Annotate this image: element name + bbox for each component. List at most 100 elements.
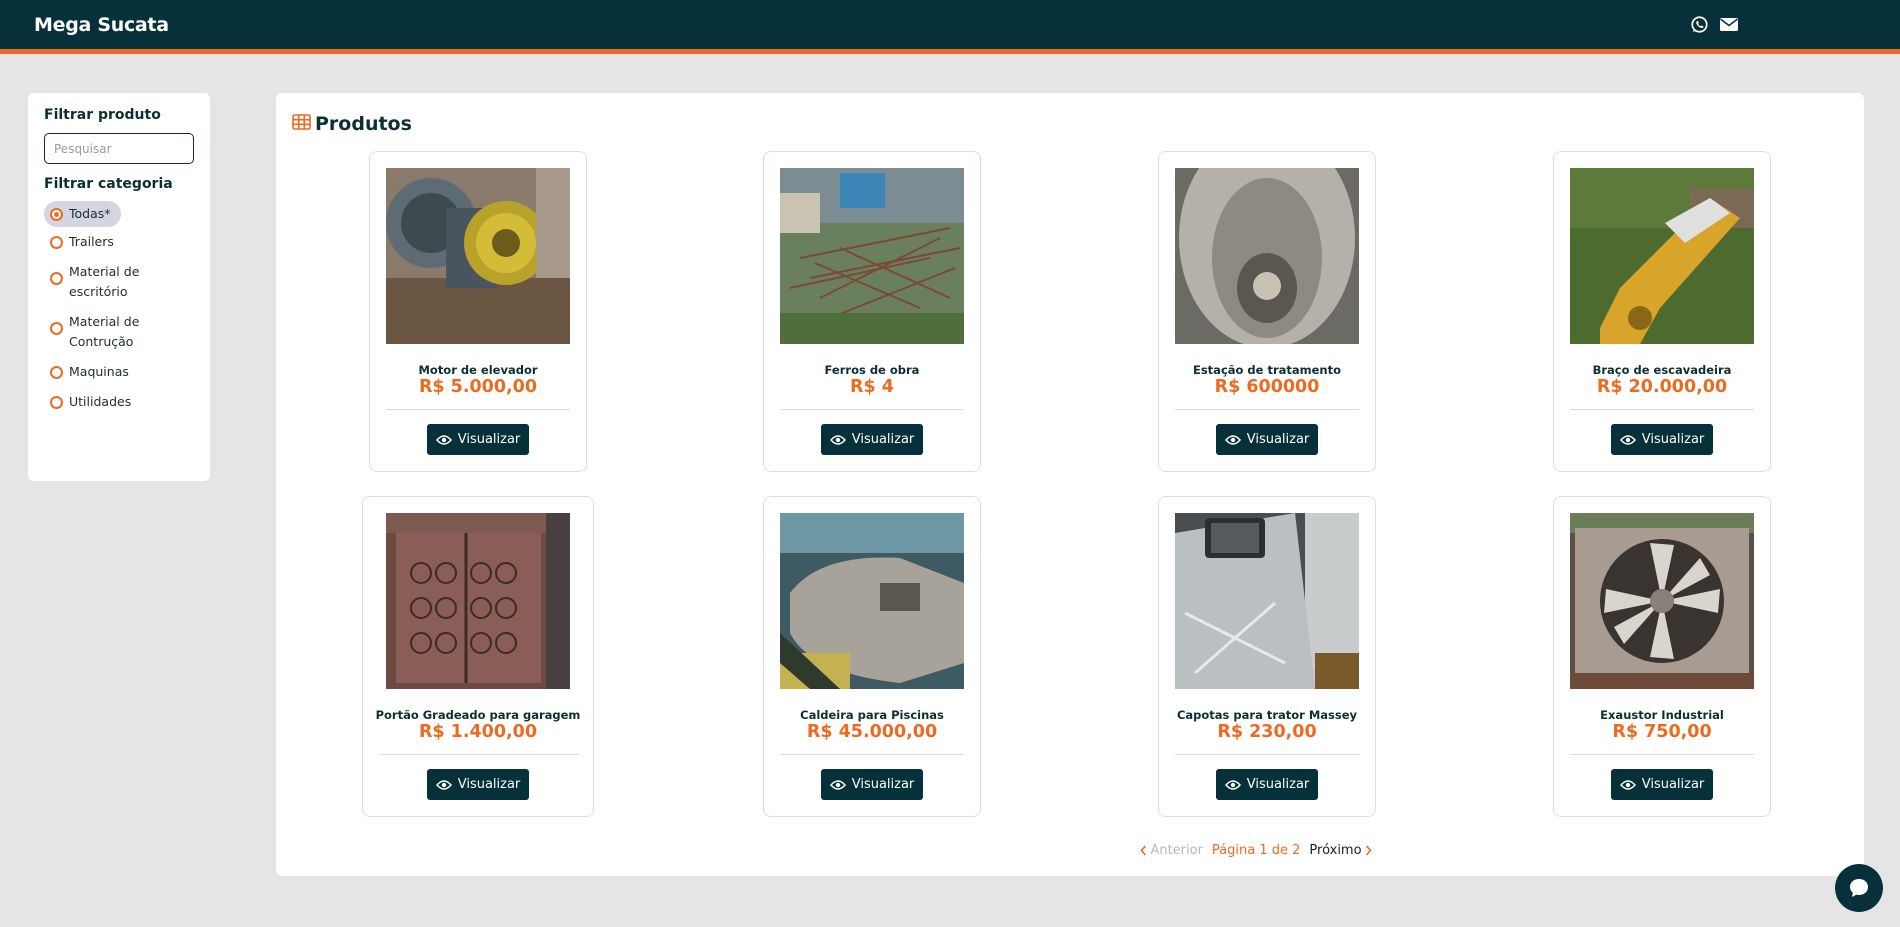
product-price: R$ 20.000,00	[1596, 377, 1728, 397]
view-product-button[interactable]: Visualizar	[1611, 424, 1713, 455]
page-indicator: Página 1 de 2	[1211, 843, 1301, 858]
previous-page-label: Anterior	[1150, 843, 1203, 858]
view-button-label: Visualizar	[1246, 432, 1310, 447]
product-image[interactable]	[1570, 513, 1754, 689]
product-name: Caldeira para Piscinas	[800, 708, 944, 722]
view-product-button[interactable]: Visualizar	[427, 769, 529, 800]
eye-icon	[1619, 779, 1636, 790]
category-option-material-construcao[interactable]: Material de Contrução	[44, 307, 194, 357]
product-image[interactable]	[780, 168, 964, 344]
product-image[interactable]	[1175, 513, 1359, 689]
product-price: R$ 5.000,00	[418, 377, 538, 397]
view-product-button[interactable]: Visualizar	[821, 424, 923, 455]
product-image[interactable]	[1175, 168, 1359, 344]
card-divider	[1570, 754, 1754, 755]
product-card: Motor de elevador R$ 5.000,00 Visualizar	[369, 151, 587, 472]
eye-icon	[435, 779, 452, 790]
view-product-button[interactable]: Visualizar	[427, 424, 529, 455]
product-name: Capotas para trator Massey	[1176, 708, 1358, 722]
product-name: Exaustor Industrial	[1600, 708, 1724, 722]
chat-widget-button[interactable]	[1835, 864, 1883, 912]
view-button-label: Visualizar	[1246, 777, 1310, 792]
next-page-link[interactable]: Próximo	[1309, 843, 1372, 858]
view-button-label: Visualizar	[457, 777, 521, 792]
previous-page-link[interactable]: Anterior	[1140, 843, 1203, 858]
view-button-label: Visualizar	[851, 777, 915, 792]
product-card: Portão Gradeado para garagem R$ 1.400,00…	[362, 496, 594, 817]
card-divider	[1175, 754, 1359, 755]
product-card: Capotas para trator Massey R$ 230,00 Vis…	[1158, 496, 1376, 817]
view-product-button[interactable]: Visualizar	[1611, 769, 1713, 800]
product-name: Portão Gradeado para garagem	[375, 708, 581, 722]
filter-sidebar: Filtrar produto Filtrar categoria Todas*…	[28, 93, 210, 481]
eye-icon	[829, 434, 846, 445]
view-product-button[interactable]: Visualizar	[821, 769, 923, 800]
eye-icon	[435, 434, 452, 445]
next-page-label: Próximo	[1309, 843, 1362, 858]
radio-icon	[50, 395, 63, 409]
filter-category-title: Filtrar categoria	[44, 176, 173, 192]
search-input[interactable]	[44, 133, 194, 164]
whatsapp-icon[interactable]	[1690, 15, 1709, 34]
product-price: R$ 750,00	[1612, 722, 1712, 742]
table-grid-icon	[292, 113, 311, 135]
page-title: Produtos	[292, 113, 412, 135]
category-option-utilidades[interactable]: Utilidades	[44, 387, 194, 417]
product-card: Exaustor Industrial R$ 750,00 Visualizar	[1553, 496, 1771, 817]
radio-icon	[50, 207, 63, 221]
card-divider	[1570, 409, 1754, 410]
radio-icon	[50, 365, 63, 379]
product-price: R$ 230,00	[1217, 722, 1317, 742]
card-divider	[386, 409, 570, 410]
product-card: Estação de tratamento R$ 600000 Visualiz…	[1158, 151, 1376, 472]
contact-icons	[1690, 15, 1739, 34]
category-option-todas[interactable]: Todas*	[44, 201, 121, 227]
product-price: R$ 1.400,00	[418, 722, 538, 742]
product-card: Ferros de obra R$ 4 Visualizar	[763, 151, 981, 472]
view-product-button[interactable]: Visualizar	[1216, 769, 1318, 800]
page-title-text: Produtos	[315, 113, 412, 135]
chevron-left-icon	[1140, 845, 1147, 856]
chat-bubble-icon	[1850, 879, 1868, 897]
product-name: Braço de escavadeira	[1592, 363, 1732, 377]
radio-icon	[50, 235, 63, 249]
product-image[interactable]	[386, 513, 570, 689]
product-image[interactable]	[1570, 168, 1754, 344]
category-label: Todas*	[69, 206, 111, 221]
product-price: R$ 4	[850, 377, 894, 397]
pagination: Anterior Página 1 de 2 Próximo	[956, 843, 1556, 858]
card-divider	[780, 754, 964, 755]
view-button-label: Visualizar	[457, 432, 521, 447]
category-label: Material de escritório	[69, 264, 140, 299]
eye-icon	[829, 779, 846, 790]
filter-product-title: Filtrar produto	[44, 107, 161, 123]
eye-icon	[1224, 434, 1241, 445]
category-label: Material de Contrução	[69, 314, 140, 349]
product-image[interactable]	[386, 168, 570, 344]
chevron-right-icon	[1365, 845, 1372, 856]
mail-icon[interactable]	[1719, 15, 1739, 34]
product-price: R$ 600000	[1214, 377, 1320, 397]
view-product-button[interactable]: Visualizar	[1216, 424, 1318, 455]
category-option-material-escritorio[interactable]: Material de escritório	[44, 257, 194, 307]
eye-icon	[1619, 434, 1636, 445]
radio-icon	[50, 322, 63, 335]
eye-icon	[1224, 779, 1241, 790]
card-divider	[379, 754, 579, 755]
top-navbar: Mega Sucata	[0, 0, 1900, 54]
card-divider	[1175, 409, 1359, 410]
view-button-label: Visualizar	[1641, 432, 1705, 447]
category-list: Todas* Trailers Material de escritório M…	[44, 201, 194, 417]
card-divider	[780, 409, 964, 410]
view-button-label: Visualizar	[1641, 777, 1705, 792]
product-price: R$ 45.000,00	[806, 722, 938, 742]
product-card: Braço de escavadeira R$ 20.000,00 Visual…	[1553, 151, 1771, 472]
category-label: Trailers	[69, 234, 114, 249]
product-name: Estação de tratamento	[1192, 363, 1342, 377]
category-label: Utilidades	[69, 394, 132, 409]
category-option-maquinas[interactable]: Maquinas	[44, 357, 194, 387]
product-name: Motor de elevador	[418, 363, 538, 377]
category-option-trailers[interactable]: Trailers	[44, 227, 194, 257]
product-image[interactable]	[780, 513, 964, 689]
brand-logo[interactable]: Mega Sucata	[34, 14, 169, 36]
